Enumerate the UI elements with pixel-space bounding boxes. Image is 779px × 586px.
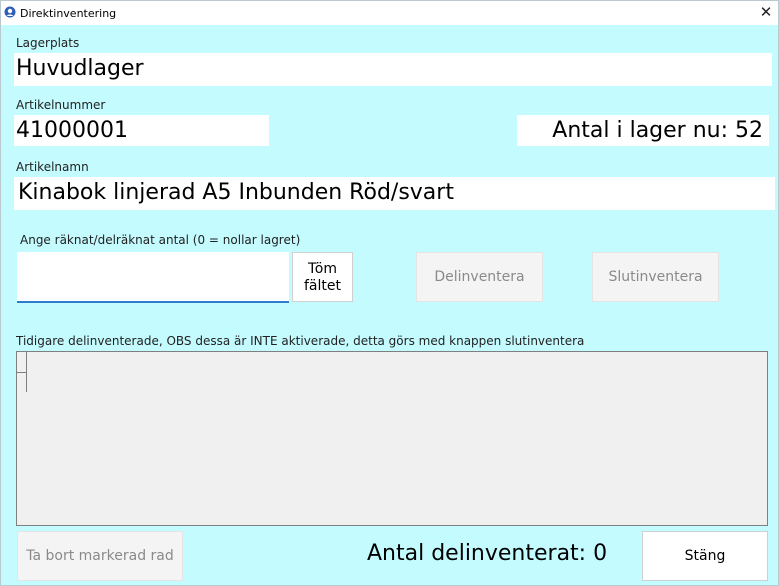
clear-field-button[interactable]: Töm fältet xyxy=(292,252,353,302)
remove-row-button[interactable]: Ta bort markerad rad xyxy=(17,531,183,581)
location-field[interactable]: Huvudlager xyxy=(14,53,772,86)
article-name-field[interactable]: Kinabok linjerad A5 Inbunden Röd/svart xyxy=(14,177,775,210)
history-grid[interactable] xyxy=(16,351,768,526)
count-input-label: Ange räknat/delräknat antal (0 = nollar … xyxy=(20,233,301,247)
app-globe-icon xyxy=(4,6,16,18)
partial-inventory-button[interactable]: Delinventera xyxy=(416,252,543,302)
title-bar: Direktinventering ✕ xyxy=(1,1,778,25)
window-title: Direktinventering xyxy=(20,7,117,20)
clear-field-label-line1: Töm xyxy=(308,261,337,277)
article-number-field[interactable]: 41000001 xyxy=(14,115,269,146)
count-input[interactable] xyxy=(17,252,289,303)
partial-count-display: Antal delinventerat: 0 xyxy=(367,541,608,566)
article-number-label: Artikelnummer xyxy=(16,98,106,112)
clear-field-label-line2: fältet xyxy=(304,278,341,294)
grid-row-header xyxy=(17,352,27,392)
stock-quantity-display: Antal i lager nu: 52 xyxy=(517,115,769,146)
article-name-label: Artikelnamn xyxy=(16,160,89,174)
inventory-window: Direktinventering ✕ Lagerplats Huvudlage… xyxy=(0,0,779,586)
final-inventory-button[interactable]: Slutinventera xyxy=(592,252,719,302)
location-label: Lagerplats xyxy=(16,36,80,50)
close-icon[interactable]: ✕ xyxy=(758,4,774,20)
history-label: Tidigare delinventerade, OBS dessa är IN… xyxy=(16,334,585,348)
close-button[interactable]: Stäng xyxy=(642,531,768,581)
